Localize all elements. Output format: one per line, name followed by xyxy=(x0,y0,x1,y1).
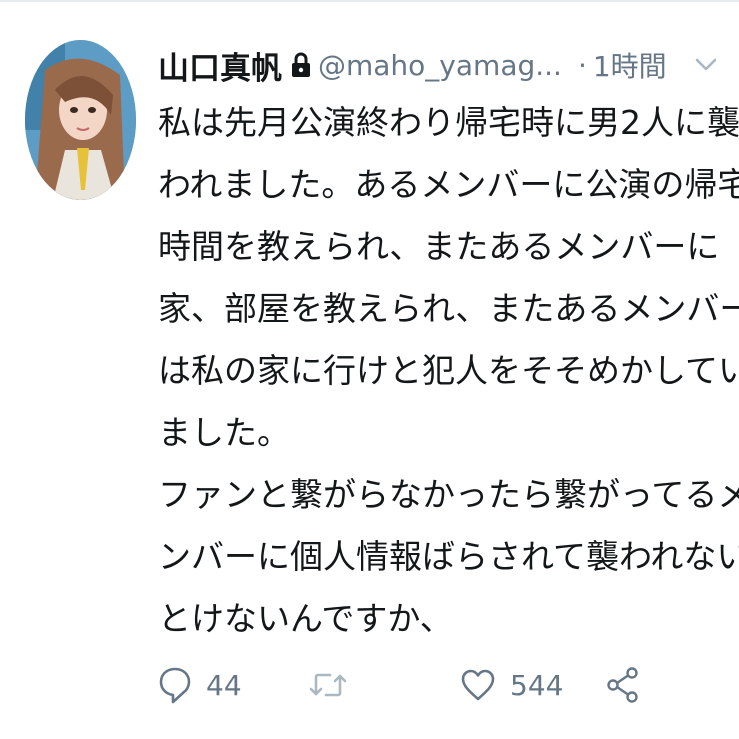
tweet-actions: 44 544 xyxy=(158,658,718,712)
avatar[interactable] xyxy=(25,40,136,200)
timestamp[interactable]: 1時間 xyxy=(593,45,667,85)
lock-icon xyxy=(290,52,312,78)
reply-button[interactable]: 44 xyxy=(158,658,242,712)
tweet-text: 私は先月公演終わり帰宅時に男2人に襲 われました。あるメンバーに公演の帰宅 時間… xyxy=(158,92,739,650)
retweet-button[interactable] xyxy=(308,658,362,712)
share-icon xyxy=(607,667,638,703)
avatar-photo xyxy=(25,40,136,200)
chevron-down-icon[interactable] xyxy=(695,58,717,72)
tweet-header: 山口真帆 @maho_yamag... · 1時間 xyxy=(158,38,718,92)
tweet-text-line: われました。あるメンバーに公演の帰宅 xyxy=(158,165,739,204)
display-name[interactable]: 山口真帆 xyxy=(158,43,282,88)
reply-icon xyxy=(159,667,191,704)
separator-dot: · xyxy=(577,48,587,82)
tweet-content: 山口真帆 @maho_yamag... · 1時間 私は先月公演終わり帰宅時に男… xyxy=(158,38,739,650)
heart-icon xyxy=(461,669,495,701)
share-button[interactable] xyxy=(606,658,640,712)
tweet-text-line: ファンと繋がらなかったら繋がってるメ xyxy=(158,475,739,514)
username-handle[interactable]: @maho_yamag... xyxy=(318,49,562,82)
tweet-text-line: とけないんですか、 xyxy=(158,599,453,638)
top-divider xyxy=(0,0,739,2)
tweet-text-line: ました。 xyxy=(158,413,290,452)
retweet-icon xyxy=(309,673,347,697)
tweet-text-line: 私は先月公演終わり帰宅時に男2人に襲 xyxy=(158,103,739,142)
like-button[interactable]: 544 xyxy=(460,658,563,712)
like-count: 544 xyxy=(510,668,564,702)
tweet-text-line: ンバーに個人情報ばらされて襲われない xyxy=(158,537,739,576)
tweet-text-line: は私の家に行けと犯人をそそめかしてい xyxy=(158,351,739,390)
tweet-text-line: 家、部屋を教えられ、またあるメンバー xyxy=(158,289,739,328)
tweet-text-line: 時間を教えられ、またあるメンバーに xyxy=(158,227,720,266)
reply-count: 44 xyxy=(206,668,242,702)
